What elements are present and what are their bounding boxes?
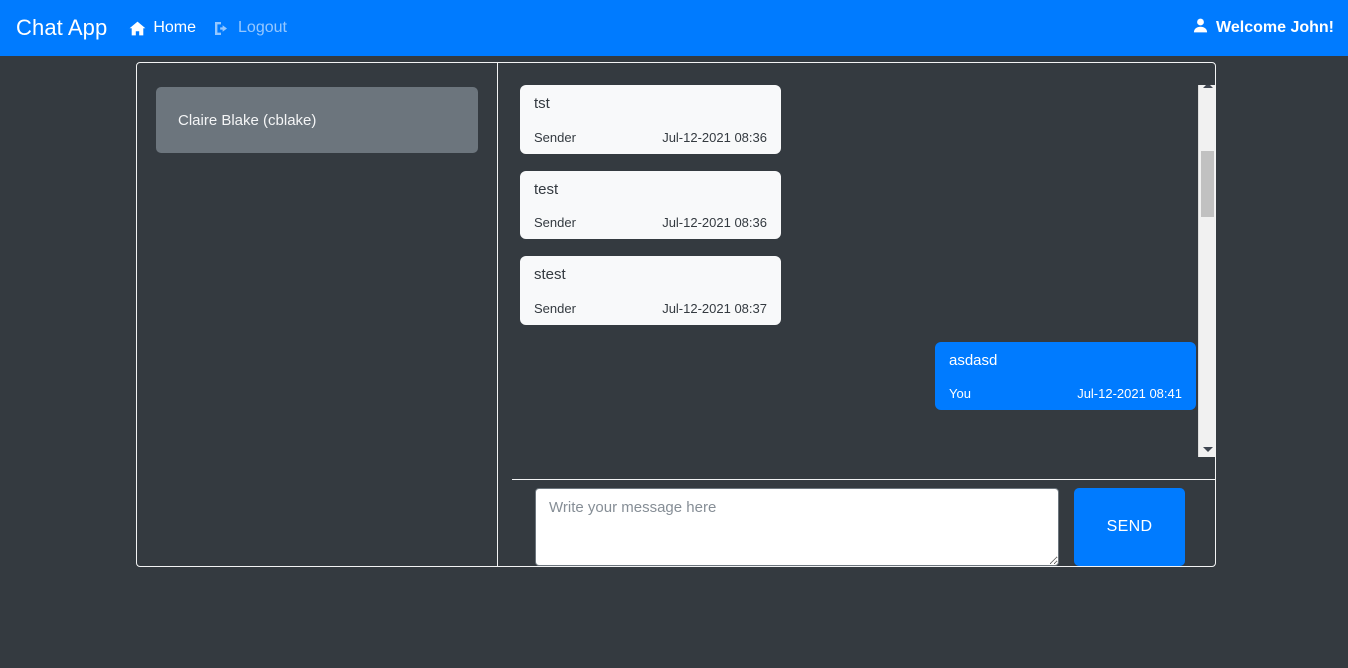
welcome-message: Welcome John! — [1193, 18, 1334, 38]
message-body: asdasd — [949, 351, 998, 369]
message-bubble: stest Sender Jul-12-2021 08:37 — [520, 256, 781, 325]
nav-link-logout-label: Logout — [238, 19, 287, 36]
message-body: stest — [534, 266, 566, 283]
nav-link-home-label: Home — [153, 19, 197, 36]
message-sender: You — [949, 386, 971, 401]
message-sender: Sender — [534, 129, 576, 145]
message-composer: SEND — [498, 480, 1215, 566]
message-meta: You Jul-12-2021 08:41 — [949, 386, 1182, 401]
message-meta: Sender Jul-12-2021 08:37 — [534, 301, 767, 316]
nav-link-home[interactable]: Home — [129, 19, 196, 37]
logout-icon — [214, 21, 231, 36]
user-icon — [1193, 18, 1208, 38]
app-brand[interactable]: Chat App — [16, 15, 107, 41]
chat-panel: Claire Blake (cblake) tst Sender Jul-12-… — [136, 62, 1216, 567]
message-body: tst — [534, 95, 550, 112]
contact-item-cblake[interactable]: Claire Blake (cblake) — [156, 87, 478, 153]
contacts-sidebar: Claire Blake (cblake) — [137, 63, 498, 566]
nav-link-logout[interactable]: Logout — [214, 19, 287, 37]
scrollbar-thumb[interactable] — [1201, 151, 1214, 217]
navbar: Chat App Home Logout Welcome John! — [0, 0, 1348, 56]
message-timestamp: Jul-12-2021 08:41 — [1077, 386, 1182, 401]
contact-item-label: Claire Blake (cblake) — [178, 111, 317, 129]
panel-inner: Claire Blake (cblake) tst Sender Jul-12-… — [137, 63, 1215, 566]
message-body: test — [534, 180, 559, 198]
chat-column: tst Sender Jul-12-2021 08:36 test Sender… — [498, 63, 1215, 566]
nav-links: Home Logout — [129, 19, 287, 37]
send-button[interactable]: SEND — [1074, 488, 1185, 566]
message-scrollbar[interactable] — [1198, 85, 1215, 457]
message-meta: Sender Jul-12-2021 08:36 — [534, 130, 767, 145]
home-icon — [129, 21, 146, 36]
message-sender: Sender — [534, 215, 576, 230]
message-list[interactable]: tst Sender Jul-12-2021 08:36 test Sender… — [498, 85, 1215, 467]
message-sender: Sender — [534, 300, 576, 316]
message-timestamp: Jul-12-2021 08:37 — [662, 300, 767, 316]
message-bubble: tst Sender Jul-12-2021 08:36 — [520, 85, 781, 154]
caret-up-icon[interactable] — [1199, 85, 1215, 93]
caret-down-icon[interactable] — [1199, 441, 1215, 457]
message-timestamp: Jul-12-2021 08:36 — [662, 215, 767, 230]
message-bubble: asdasd You Jul-12-2021 08:41 — [935, 341, 1196, 410]
message-bubble: test Sender Jul-12-2021 08:36 — [520, 170, 781, 239]
message-timestamp: Jul-12-2021 08:36 — [662, 129, 767, 145]
welcome-label: Welcome John! — [1216, 19, 1334, 36]
message-input[interactable] — [535, 488, 1059, 566]
message-meta: Sender Jul-12-2021 08:36 — [534, 215, 767, 230]
